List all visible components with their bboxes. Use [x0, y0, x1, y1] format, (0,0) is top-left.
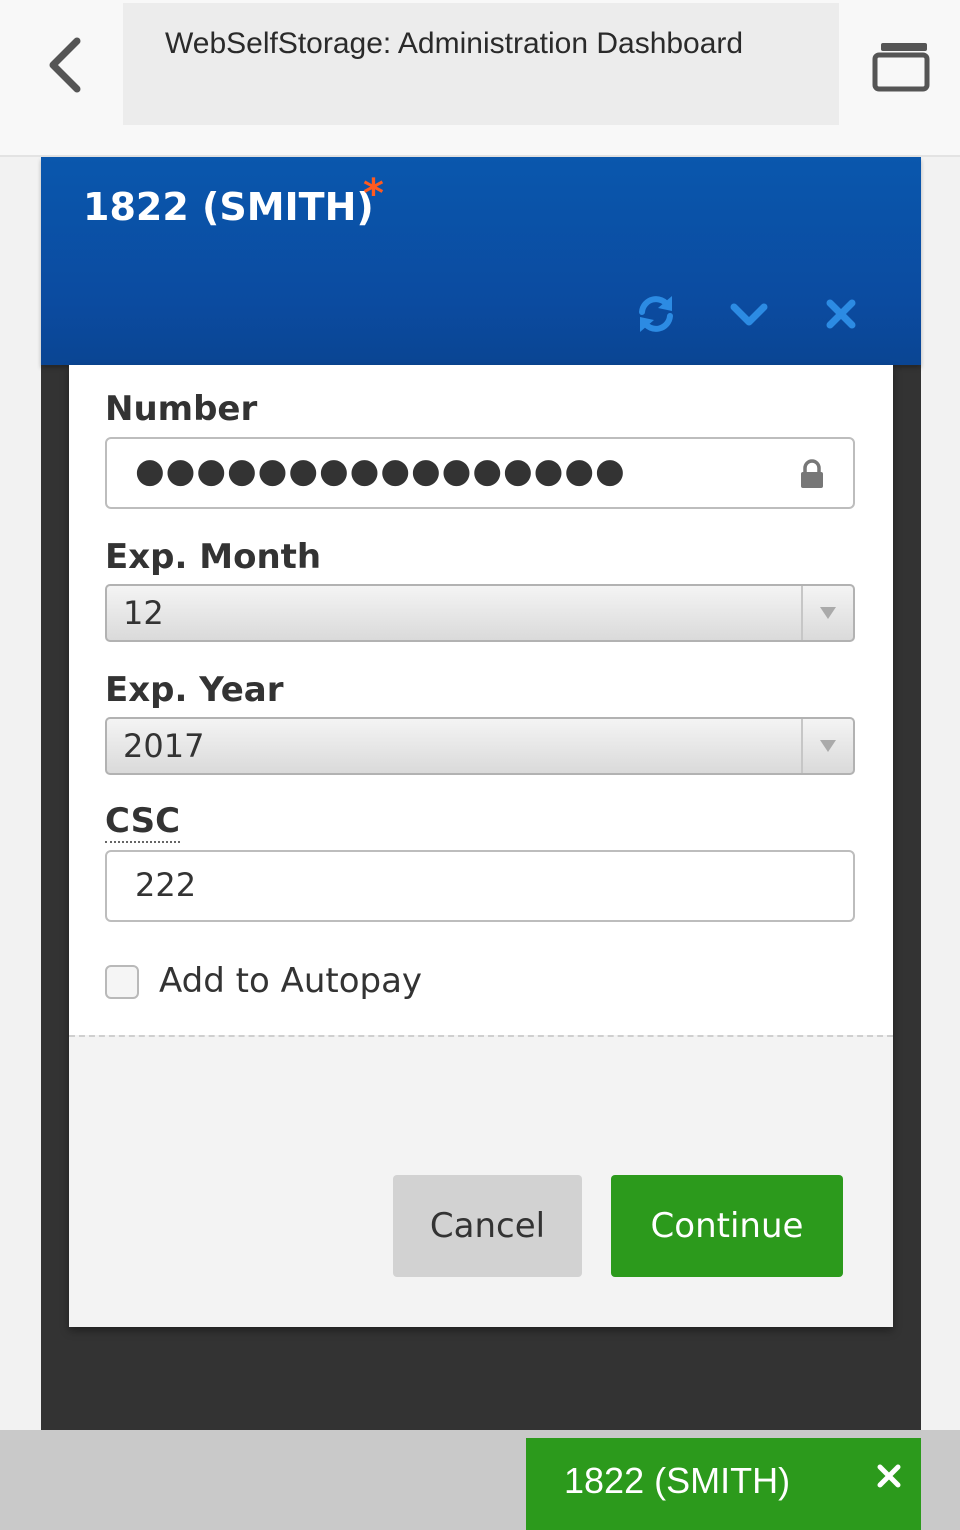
close-window-button[interactable] [819, 292, 863, 336]
form-fields: Number ●●●●●●●●●●●●●●●● Exp. Month 12 Ex… [69, 365, 893, 1035]
continue-button[interactable]: Continue [611, 1175, 843, 1277]
app-bar: WebSelfStorage: Administration Dashboard [0, 0, 960, 157]
exp-month-value: 12 [123, 594, 164, 632]
exp-year-select[interactable]: 2017 [105, 717, 855, 775]
card-number-field[interactable]: ●●●●●●●●●●●●●●●● [105, 437, 855, 509]
exp-year-label: Exp. Year [105, 670, 284, 710]
number-label: Number [105, 389, 258, 429]
card-number-value: ●●●●●●●●●●●●●●●● [135, 451, 626, 491]
caret-down-icon [820, 607, 836, 619]
tabs-button[interactable] [862, 32, 940, 102]
customer-window: 1822 (SMITH) * Number ●●●●●●●●●●●●●●●● E… [41, 157, 921, 1447]
exp-month-select[interactable]: 12 [105, 584, 855, 642]
chevron-left-icon [49, 37, 81, 93]
cancel-button[interactable]: Cancel [393, 1175, 582, 1277]
autopay-label[interactable]: Add to Autopay [159, 961, 422, 1001]
caret-down-icon [820, 740, 836, 752]
collapse-button[interactable] [727, 292, 771, 336]
taskbar: 1822 (SMITH) [0, 1430, 960, 1530]
address-bar[interactable]: WebSelfStorage: Administration Dashboard [123, 3, 839, 125]
csc-value: 222 [135, 866, 197, 904]
lock-icon [801, 459, 823, 488]
exp-month-dropdown-toggle[interactable] [801, 586, 853, 640]
close-icon [826, 299, 856, 329]
back-button[interactable] [30, 30, 100, 100]
taskbar-close-button[interactable] [871, 1458, 907, 1494]
exp-year-value: 2017 [123, 727, 205, 765]
csc-field[interactable]: 222 [105, 850, 855, 922]
unsaved-marker: * [363, 171, 384, 217]
chevron-down-icon [730, 303, 768, 326]
csc-label[interactable]: CSC [105, 801, 181, 843]
refresh-icon [639, 296, 673, 332]
close-icon [877, 1464, 901, 1488]
refresh-button[interactable] [634, 292, 678, 336]
form-divider [69, 1035, 893, 1037]
exp-year-dropdown-toggle[interactable] [801, 719, 853, 773]
taskbar-item-label: 1822 (SMITH) [564, 1460, 791, 1501]
taskbar-item-window[interactable]: 1822 (SMITH) [526, 1438, 921, 1530]
payment-card-form: Number ●●●●●●●●●●●●●●●● Exp. Month 12 Ex… [69, 365, 893, 1327]
page-title: WebSelfStorage: Administration Dashboard [165, 27, 744, 60]
tabs-icon [872, 43, 930, 92]
autopay-checkbox[interactable] [105, 965, 139, 999]
window-title: 1822 (SMITH) [83, 185, 374, 229]
exp-month-label: Exp. Month [105, 537, 322, 577]
window-header[interactable]: 1822 (SMITH) * [41, 157, 921, 365]
